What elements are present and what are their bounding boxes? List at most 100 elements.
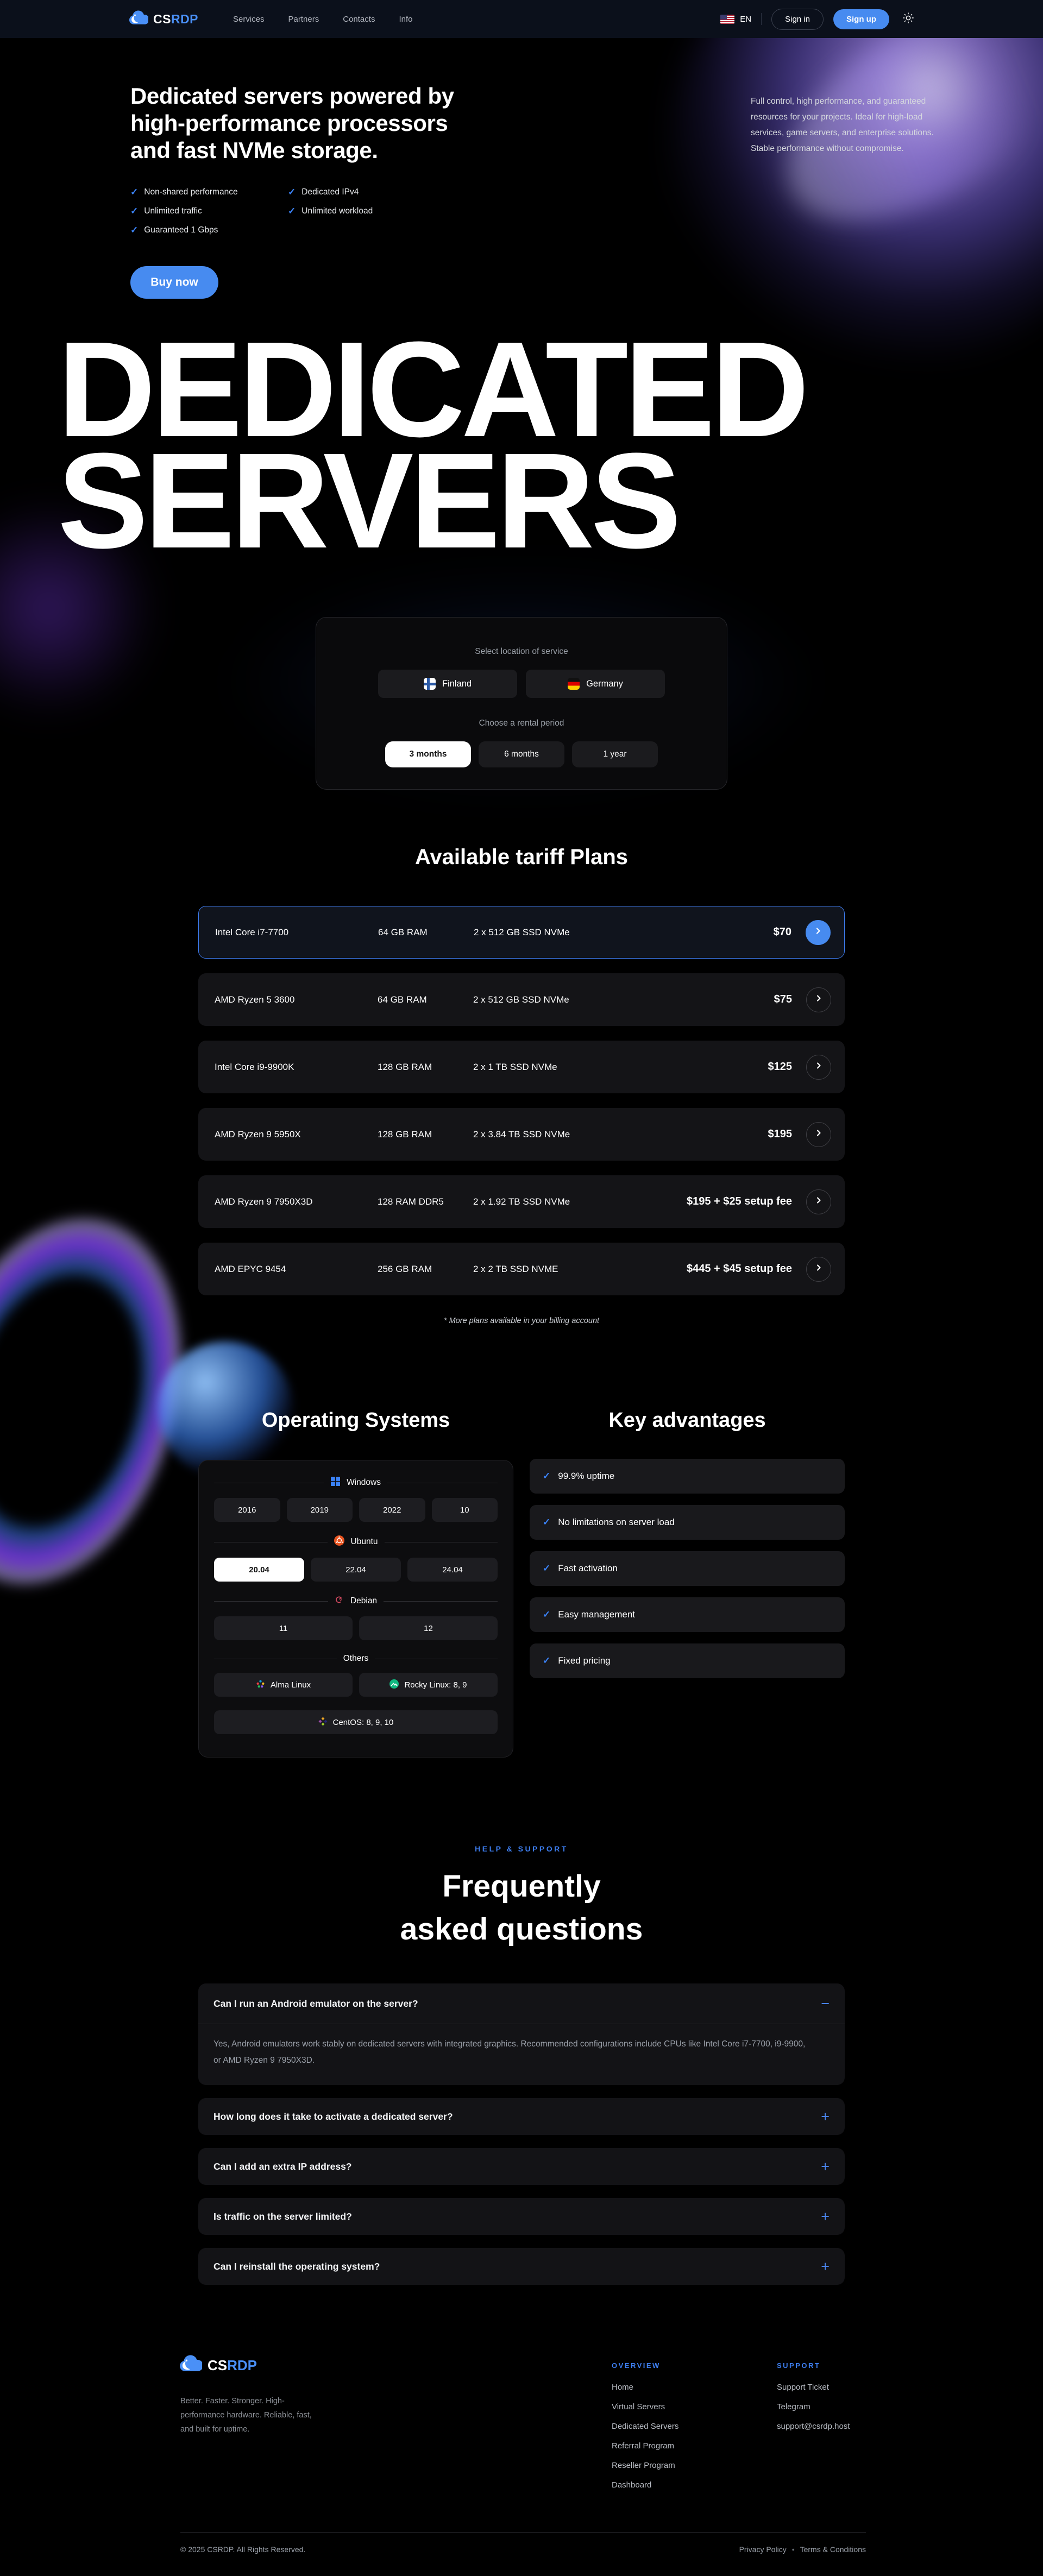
footer-link-referral-program[interactable]: Referral Program [612,2441,678,2451]
footer-link-support-ticket[interactable]: Support Ticket [777,2383,850,2392]
footer-link-virtual-servers[interactable]: Virtual Servers [612,2402,678,2411]
plan-price: $70 [774,926,791,939]
plan-open-button[interactable] [806,1257,831,1282]
footer-link-dedicated-servers[interactable]: Dedicated Servers [612,2422,678,2431]
feature-item: ✓Unlimited traffic [130,201,238,221]
faq-question[interactable]: Can I reinstall the operating system? + [213,2248,830,2285]
faq-question[interactable]: How long does it take to activate a dedi… [213,2098,830,2135]
os-button-windows-10[interactable]: 10 [432,1498,498,1522]
rocky-linux-icon [389,1679,399,1691]
chevron-right-icon [814,994,823,1005]
nav-item-services[interactable]: Services [233,15,265,24]
germany-flag-icon [568,678,580,690]
location-button-finland[interactable]: Finland [378,670,517,698]
faq-item: How long does it take to activate a dedi… [198,2098,845,2135]
footer-link-dashboard[interactable]: Dashboard [612,2480,678,2490]
faq-question[interactable]: Can I add an extra IP address? + [213,2148,830,2185]
plan-row[interactable]: Intel Core i9-9900K 128 GB RAM 2 x 1 TB … [198,1041,845,1093]
plan-row[interactable]: Intel Core i7-7700 64 GB RAM 2 x 512 GB … [198,906,845,959]
check-icon: ✓ [543,1609,550,1620]
logo[interactable]: CSRDP [129,10,198,28]
os-button-windows-2019[interactable]: 2019 [287,1498,353,1522]
faq-list: Can I run an Android emulator on the ser… [198,1983,845,2298]
expand-icon[interactable]: + [821,2108,830,2125]
hero-description: Full control, high performance, and guar… [751,93,951,156]
os-button-ubuntu-2404[interactable]: 24.04 [407,1558,498,1582]
os-button-alma-linux[interactable]: Alma Linux [214,1673,353,1697]
os-group-debian: Debian [214,1595,498,1607]
check-icon: ✓ [543,1563,550,1574]
footer-link-home[interactable]: Home [612,2383,678,2392]
sign-in-button[interactable]: Sign in [771,9,824,30]
faq-question[interactable]: Is traffic on the server limited? + [213,2198,830,2235]
os-button-windows-2016[interactable]: 2016 [214,1498,280,1522]
period-button-3-months[interactable]: 3 months [385,741,471,767]
os-button-rocky-linux[interactable]: Rocky Linux: 8, 9 [359,1673,498,1697]
alma-linux-icon [256,1679,265,1691]
expand-icon[interactable]: + [821,2158,830,2175]
os-button-debian-12[interactable]: 12 [359,1616,498,1640]
dot-separator: • [792,2545,795,2554]
logo-text: CSRDP [153,12,198,27]
nav-menu: Services Partners Contacts Info [233,15,412,24]
os-group-ubuntu: Ubuntu [214,1535,498,1548]
advantage-item: ✓Fast activation [530,1551,845,1586]
hero-features-col1: ✓Non-shared performance ✓Unlimited traff… [130,182,238,240]
footer-link-telegram[interactable]: Telegram [777,2402,850,2411]
nav-item-info[interactable]: Info [399,15,412,24]
nav-divider [761,13,762,25]
nav-item-partners[interactable]: Partners [288,15,319,24]
footer-overview-column: OVERVIEW Home Virtual Servers Dedicated … [612,2361,678,2500]
footer-logo[interactable]: CSRDP [179,2355,257,2376]
plan-open-button[interactable] [806,1189,831,1214]
faq-item: Is traffic on the server limited? + [198,2198,845,2235]
collapse-icon[interactable]: − [821,1995,830,2012]
expand-icon[interactable]: + [821,2258,830,2275]
chevron-right-icon [814,1263,823,1275]
os-button-debian-11[interactable]: 11 [214,1616,353,1640]
faq-eyebrow: HELP & SUPPORT [0,1844,1043,1853]
check-icon: ✓ [130,187,138,198]
plan-row[interactable]: AMD EPYC 9454 256 GB RAM 2 x 2 TB SSD NV… [198,1243,845,1295]
plan-open-button[interactable] [806,1055,831,1080]
os-button-ubuntu-2204[interactable]: 22.04 [311,1558,401,1582]
plans-title: Available tariff Plans [0,845,1043,870]
faq-answer: Yes, Android emulators work stably on de… [213,2024,806,2085]
plans-list: Intel Core i7-7700 64 GB RAM 2 x 512 GB … [198,906,845,1310]
nav-item-contacts[interactable]: Contacts [343,15,375,24]
finland-flag-icon [424,678,436,690]
terms-link[interactable]: Terms & Conditions [800,2545,866,2554]
check-icon: ✓ [543,1655,550,1666]
sign-up-button[interactable]: Sign up [833,9,889,29]
footer-link-support-email[interactable]: support@csrdp.host [777,2422,850,2431]
feature-item: ✓Unlimited workload [288,201,373,221]
footer-link-reseller-program[interactable]: Reseller Program [612,2461,678,2470]
us-flag-icon [720,15,734,24]
check-icon: ✓ [543,1471,550,1482]
faq-item-expanded: Can I run an Android emulator on the ser… [198,1983,845,2085]
feature-item: ✓Guaranteed 1 Gbps [130,221,238,240]
location-button-germany[interactable]: Germany [526,670,665,698]
debian-icon [335,1595,344,1607]
expand-icon[interactable]: + [821,2208,830,2225]
windows-icon [331,1477,340,1489]
plan-open-button[interactable] [806,987,831,1012]
plan-row[interactable]: AMD Ryzen 9 7950X3D 128 RAM DDR5 2 x 1.9… [198,1175,845,1228]
privacy-policy-link[interactable]: Privacy Policy [739,2545,787,2554]
language-selector[interactable]: EN [720,15,751,24]
plan-row[interactable]: AMD Ryzen 5 3600 64 GB RAM 2 x 512 GB SS… [198,973,845,1026]
theme-toggle-button[interactable] [902,12,914,27]
plan-open-button[interactable] [806,1122,831,1147]
os-button-centos[interactable]: CentOS: 8, 9, 10 [214,1710,498,1734]
period-button-6-months[interactable]: 6 months [479,741,564,767]
period-button-1-year[interactable]: 1 year [572,741,658,767]
advantage-item: ✓Fixed pricing [530,1643,845,1678]
faq-title: Frequently asked questions [0,1865,1043,1951]
faq-question[interactable]: Can I run an Android emulator on the ser… [213,1983,830,2024]
os-button-windows-2022[interactable]: 2022 [359,1498,425,1522]
os-group-windows: Windows [214,1477,498,1489]
os-button-ubuntu-2004[interactable]: 20.04 [214,1558,304,1582]
plan-row[interactable]: AMD Ryzen 9 5950X 128 GB RAM 2 x 3.84 TB… [198,1108,845,1161]
buy-now-button[interactable]: Buy now [130,266,218,299]
plan-open-button[interactable] [806,920,831,945]
